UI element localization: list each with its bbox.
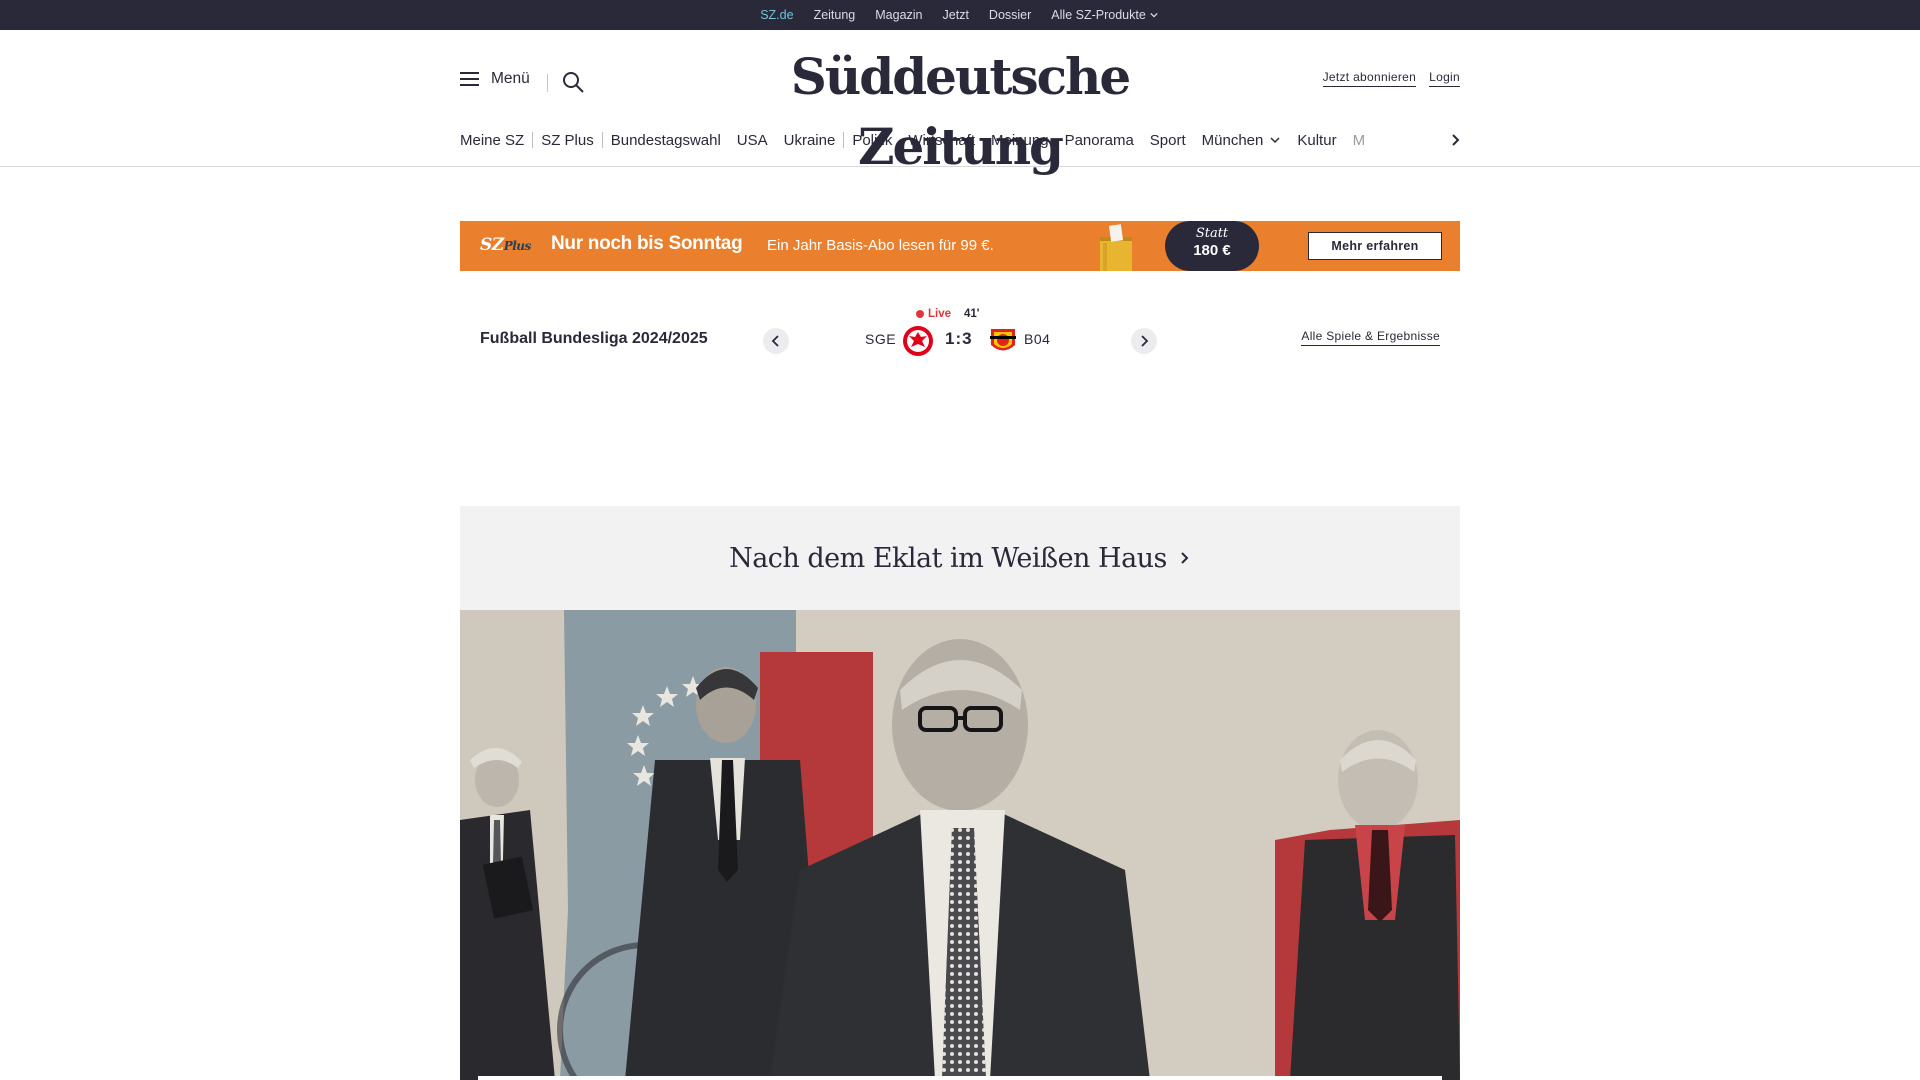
login-link[interactable]: Login bbox=[1429, 70, 1460, 87]
away-team-abbr: B04 bbox=[1024, 331, 1051, 347]
section-navigation: Meine SZ SZ Plus Bundestagswahl USA Ukra… bbox=[460, 128, 1460, 152]
eintracht-frankfurt-crest-icon bbox=[903, 326, 933, 356]
chevron-right-icon bbox=[1181, 552, 1189, 564]
hero-caption-edge bbox=[478, 1076, 1442, 1080]
bundesliga-ticker: Fußball Bundesliga 2024/2025 Live 41' SG… bbox=[460, 300, 1460, 380]
live-label: Live bbox=[928, 308, 952, 320]
ballot-box-icon bbox=[1100, 224, 1132, 271]
nav-item-kultur[interactable]: Kultur bbox=[1289, 132, 1344, 149]
price-badge-label: Statt bbox=[1195, 226, 1229, 241]
nav-item-wirtschaft[interactable]: Wirtschaft bbox=[900, 132, 983, 149]
topbar-link-dossier[interactable]: Dossier bbox=[989, 8, 1031, 22]
account-links: Jetzt abonnieren Login bbox=[1322, 70, 1460, 87]
top-product-bar: SZ.de Zeitung Magazin Jetzt Dossier Alle… bbox=[0, 0, 1920, 30]
chevron-down-icon bbox=[1270, 137, 1280, 144]
chevron-right-icon bbox=[1452, 134, 1460, 146]
match-minute: 41' bbox=[964, 308, 980, 320]
bayer-leverkusen-crest-icon bbox=[990, 329, 1016, 351]
chevron-right-icon bbox=[1141, 335, 1149, 347]
menu-label: Menü bbox=[491, 70, 530, 87]
sz-plus-logo-suffix: Plus bbox=[503, 239, 532, 253]
sz-plus-logo: SZPlus bbox=[480, 235, 531, 255]
subscribe-link[interactable]: Jetzt abonnieren bbox=[1322, 70, 1417, 87]
site-logo[interactable]: Süddeutsche Zeitung bbox=[720, 42, 1200, 182]
price-badge-value: 180 € bbox=[1193, 242, 1231, 259]
nav-item-ukraine[interactable]: Ukraine bbox=[776, 132, 844, 149]
sz-plus-logo-main: SZ bbox=[480, 235, 504, 255]
nav-item-sport[interactable]: Sport bbox=[1142, 132, 1194, 149]
chevron-down-icon bbox=[1150, 12, 1158, 18]
nav-item-truncated[interactable]: M bbox=[1345, 132, 1374, 149]
topbar-link-sz-de[interactable]: SZ.de bbox=[760, 8, 793, 22]
topbar-dropdown-label: Alle SZ-Produkte bbox=[1051, 8, 1146, 22]
live-dot-icon bbox=[916, 310, 924, 318]
promo-headline: Nur noch bis Sonntag bbox=[551, 233, 743, 254]
nav-scroll-right-button[interactable] bbox=[1447, 128, 1465, 152]
chevron-left-icon bbox=[771, 335, 779, 347]
promo-subline: Ein Jahr Basis-Abo lesen für 99 €. bbox=[767, 237, 994, 254]
all-games-results-link[interactable]: Alle Spiele & Ergebnisse bbox=[1301, 329, 1440, 346]
nav-item-sz-plus[interactable]: SZ Plus bbox=[533, 132, 602, 149]
home-team-abbr: SGE bbox=[865, 331, 897, 347]
product-links: SZ.de Zeitung Magazin Jetzt Dossier Alle… bbox=[760, 8, 1158, 22]
topic-header: Nach dem Eklat im Weißen Haus bbox=[460, 506, 1460, 610]
nav-item-meinung[interactable]: Meinung bbox=[983, 132, 1057, 149]
nav-item-meine-sz[interactable]: Meine SZ bbox=[460, 132, 532, 149]
divider bbox=[547, 74, 548, 92]
topbar-link-jetzt[interactable]: Jetzt bbox=[943, 8, 969, 22]
topic-title: Nach dem Eklat im Weißen Haus bbox=[729, 542, 1167, 574]
sz-plus-promo-banner[interactable]: SZPlus Nur noch bis Sonntag Ein Jahr Bas… bbox=[460, 221, 1460, 271]
nav-item-panorama[interactable]: Panorama bbox=[1057, 132, 1142, 149]
ticker-next-button[interactable] bbox=[1131, 328, 1157, 354]
mehr-erfahren-button[interactable]: Mehr erfahren bbox=[1308, 232, 1442, 260]
price-badge: Statt 180 € bbox=[1165, 221, 1259, 271]
hero-collage-illustration bbox=[460, 610, 1460, 1080]
topbar-link-zeitung[interactable]: Zeitung bbox=[814, 8, 856, 22]
nav-item-politik[interactable]: Politik bbox=[844, 132, 900, 149]
ticker-title: Fußball Bundesliga 2024/2025 bbox=[480, 330, 708, 347]
match-score[interactable]: 1:3 bbox=[945, 329, 973, 349]
ticker-prev-button[interactable] bbox=[763, 328, 789, 354]
topbar-link-magazin[interactable]: Magazin bbox=[875, 8, 922, 22]
hamburger-icon bbox=[460, 72, 480, 86]
topic-link[interactable]: Nach dem Eklat im Weißen Haus bbox=[729, 543, 1191, 574]
live-indicator: Live bbox=[916, 308, 951, 320]
menu-button[interactable]: Menü bbox=[460, 70, 530, 88]
topbar-dropdown-alle-sz-produkte[interactable]: Alle SZ-Produkte bbox=[1051, 8, 1158, 22]
nav-item-bundestagswahl[interactable]: Bundestagswahl bbox=[603, 132, 729, 149]
hero-image[interactable] bbox=[460, 610, 1460, 1080]
nav-item-usa[interactable]: USA bbox=[729, 132, 776, 149]
nav-item-muenchen[interactable]: München bbox=[1194, 132, 1290, 149]
nav-item-muenchen-label: München bbox=[1201, 131, 1264, 149]
search-icon[interactable] bbox=[561, 70, 585, 94]
